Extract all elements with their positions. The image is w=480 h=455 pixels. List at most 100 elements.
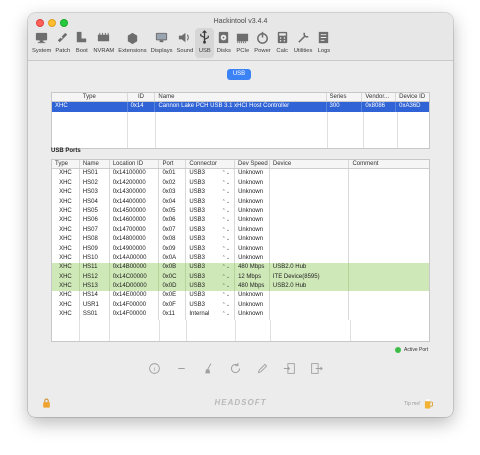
port-row[interactable]: XHC HS02 0x14200000 0x02 USB3 ⌃⌄ Unknown [52,178,429,189]
connector-value: USB3 [189,283,205,290]
column-header: Series [327,93,363,102]
beer-icon[interactable] [424,398,433,409]
port-row[interactable]: XHC HS13 0x14D00000 0x0D USB3 ⌃⌄ 480 Mbps USB2.… [52,282,429,292]
controller-row[interactable]: XHC 0x14 Cannon Lake PCH USB 3.1 xHCI Host… [52,102,429,112]
port-name-cell: HS08 [80,235,110,245]
column-header: Comment [352,161,379,167]
controllers-table[interactable]: Type ID Name Series Vendor... Device ID XHC 0x1… [51,92,430,149]
port-name-cell: HS01 [80,169,110,179]
sound-icon [179,32,190,43]
connector-select[interactable]: Internal ⌃⌄ [186,310,236,320]
connector-select[interactable]: USB3 ⌃⌄ [186,291,236,301]
tip-me-label[interactable]: Tip me! [404,401,420,407]
connector-select[interactable]: USB3 ⌃⌄ [186,300,236,311]
port-row[interactable]: XHC HS12 0x14C00000 0x0C USB3 ⌃⌄ 12 Mbps ITE De… [52,272,429,283]
clear-icon[interactable] [202,362,215,375]
column-header: Location ID [110,160,160,169]
toolbar-item-usb[interactable]: USB [195,28,215,58]
port-device-cell: USB2.0 Hub [270,263,350,273]
connector-value: USB3 [189,273,205,280]
column-header: Type [52,160,80,169]
connector-select[interactable]: USB3 ⌃⌄ [186,225,236,236]
ports-header-row[interactable]: Type Name Location ID Port Connector Dev Spee… [52,160,429,170]
connector-select[interactable]: USB3 ⌃⌄ [186,272,236,283]
controllers-header-row[interactable]: Type ID Name Series Vendor... Device ID [52,93,429,103]
port-type-cell: XHC [52,197,80,207]
port-row[interactable]: XHC HS04 0x14400000 0x04 USB3 ⌃⌄ Unknown [52,197,429,207]
port-name-cell: SS01 [80,310,110,320]
export-icon[interactable] [310,362,323,375]
port-type-cell: XHC [52,225,80,236]
port-device-cell [270,206,350,217]
connector-select[interactable]: USB3 ⌃⌄ [186,235,236,245]
power-icon [257,31,268,44]
connector-select[interactable]: USB3 ⌃⌄ [186,282,236,292]
toolbar-item-calc[interactable]: Calc [273,28,292,58]
toolbar-label: Extensions [118,48,147,54]
port-device-cell [270,197,350,207]
column-divider [327,112,328,148]
port-row[interactable]: XHC HS08 0x14800000 0x08 USB3 ⌃⌄ Unknown [52,235,429,245]
connector-select[interactable]: USB3 ⌃⌄ [186,178,236,189]
edit-icon[interactable] [256,362,269,375]
toolbar-item-displays[interactable]: Displays [149,28,175,58]
toolbar-item-power[interactable]: Power [252,28,272,58]
select-chevron-icon: ⌃⌄ [221,283,231,290]
usb-section-button[interactable]: USB [227,69,251,80]
bottom-action-bar: i [148,362,337,375]
connector-select[interactable]: USB3 ⌃⌄ [186,206,236,217]
connector-select[interactable]: USB3 ⌃⌄ [186,169,236,179]
column-divider [397,112,398,148]
connector-select[interactable]: USB3 ⌃⌄ [186,263,236,273]
displays-icon [155,32,168,43]
port-row[interactable]: XHC HS05 0x14500000 0x05 USB3 ⌃⌄ Unknown [52,206,429,217]
refresh-icon[interactable] [229,362,242,375]
port-row[interactable]: XHC HS11 0x14B00000 0x0B USB3 ⌃⌄ 480 Mbps USB2.… [52,263,429,273]
toolbar-item-sound[interactable]: Sound [175,28,196,58]
connector-select[interactable]: USB3 ⌃⌄ [186,197,236,207]
port-row[interactable]: XHC HS14 0x14E00000 0x0E USB3 ⌃⌄ Unknown [52,291,429,301]
connector-select[interactable]: USB3 ⌃⌄ [186,188,236,198]
port-row[interactable]: XHC USR1 0x14F00000 0x0F USB3 ⌃⌄ Unknown [52,300,429,311]
port-device-cell: USB2.0 Hub [270,282,350,292]
port-comment-cell [349,273,429,282]
port-type-cell: XHC [52,169,80,179]
port-row[interactable]: XHC HS07 0x14700000 0x07 USB3 ⌃⌄ Unknown [52,225,429,236]
toolbar-item-disks[interactable]: Disks [214,28,233,58]
connector-select[interactable]: USB3 ⌃⌄ [186,244,236,254]
toolbar-item-nvram[interactable]: NVRAM [91,28,116,58]
port-row[interactable]: XHC SS01 0x14F00000 0x11 Internal ⌃⌄ Unknown [52,310,429,320]
column-header: Connector [186,160,236,169]
table-cell: 300 [327,102,363,112]
headsoft-logo: HEADSOFT [214,398,267,407]
usb-ports-table[interactable]: Type Name Location ID Port Connector Dev Spee… [51,159,430,342]
info-icon[interactable]: i [148,362,161,375]
toolbar-item-extensions[interactable]: Extensions [116,28,148,58]
column-divider [186,319,187,341]
toolbar-item-logs[interactable]: Logs [314,28,333,58]
toolbar-item-boot[interactable]: Boot [72,28,91,58]
port-loc-cell: 0x14E00000 [110,291,160,301]
port-row[interactable]: XHC HS09 0x14900000 0x09 USB3 ⌃⌄ Unknown [52,244,429,254]
port-name-cell: HS07 [80,225,110,236]
port-row[interactable]: XHC HS01 0x14100000 0x01 USB3 ⌃⌄ Unknown [52,169,429,179]
port-loc-cell: 0x14D00000 [110,282,160,292]
port-row[interactable]: XHC HS06 0x14600000 0x06 USB3 ⌃⌄ Unknown [52,216,429,226]
toolbar-item-system[interactable]: System [30,28,53,58]
port-loc-cell: 0x14F00000 [110,300,160,311]
toolbar-item-patch[interactable]: Patch [53,28,72,58]
connector-select[interactable]: USB3 ⌃⌄ [186,253,236,264]
toolbar-item-utilities[interactable]: Utilities [292,28,315,58]
select-chevron-icon: ⌃⌄ [221,254,231,261]
import-icon[interactable] [283,362,296,375]
remove-icon[interactable] [175,362,188,375]
connector-value: USB3 [189,207,205,214]
port-comment-cell [349,245,429,254]
port-row[interactable]: XHC HS10 0x14A00000 0x0A USB3 ⌃⌄ Unknown [52,253,429,264]
port-row[interactable]: XHC HS03 0x14300000 0x03 USB3 ⌃⌄ Unknown [52,188,429,198]
port-device-cell: ITE Device(8595) [270,272,350,283]
connector-select[interactable]: USB3 ⌃⌄ [186,216,236,226]
patch-icon [58,32,68,43]
port-speed-cell: Unknown [235,300,270,311]
toolbar-item-pcie[interactable]: PCIe [233,28,252,58]
